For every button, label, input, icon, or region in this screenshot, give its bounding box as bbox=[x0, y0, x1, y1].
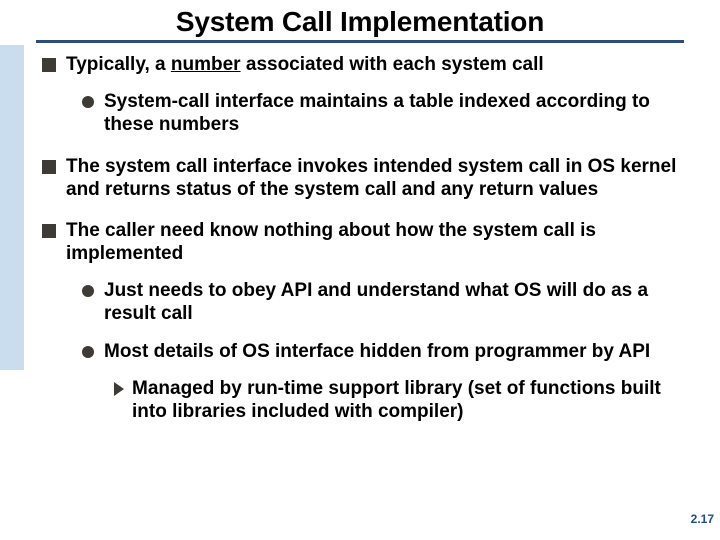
bullet-level1: The caller need know nothing about how t… bbox=[42, 219, 692, 265]
bullet-text: Managed by run-time support library (set… bbox=[132, 377, 692, 423]
bullet-level1: The system call interface invokes intend… bbox=[42, 155, 692, 201]
square-bullet-icon bbox=[42, 224, 56, 238]
slide-number: 2.17 bbox=[691, 512, 714, 526]
square-bullet-icon bbox=[42, 58, 56, 72]
square-bullet-icon bbox=[42, 160, 56, 174]
bullet-text: The caller need know nothing about how t… bbox=[66, 219, 692, 265]
bullet-level2: Just needs to obey API and understand wh… bbox=[42, 279, 692, 325]
slide-title: System Call Implementation bbox=[0, 0, 720, 40]
triangle-bullet-icon bbox=[114, 382, 124, 396]
bullet-text: Typically, a number associated with each… bbox=[66, 53, 692, 76]
round-bullet-icon bbox=[82, 285, 94, 297]
left-accent-bar bbox=[0, 45, 24, 370]
round-bullet-icon bbox=[82, 346, 94, 358]
underlined-text: number bbox=[171, 54, 241, 75]
bullet-text: Just needs to obey API and understand wh… bbox=[104, 279, 692, 325]
text-fragment: Typically, a bbox=[66, 54, 171, 75]
bullet-text: The system call interface invokes intend… bbox=[66, 155, 692, 201]
bullet-level2: System-call interface maintains a table … bbox=[42, 90, 692, 136]
title-underline bbox=[36, 40, 684, 43]
round-bullet-icon bbox=[82, 96, 94, 108]
bullet-level1: Typically, a number associated with each… bbox=[42, 53, 692, 76]
bullet-level2: Most details of OS interface hidden from… bbox=[42, 340, 692, 363]
bullet-level3: Managed by run-time support library (set… bbox=[42, 377, 692, 423]
slide-body: Typically, a number associated with each… bbox=[42, 53, 692, 423]
bullet-text: Most details of OS interface hidden from… bbox=[104, 340, 692, 363]
bullet-text: System-call interface maintains a table … bbox=[104, 90, 692, 136]
text-fragment: associated with each system call bbox=[241, 54, 544, 75]
